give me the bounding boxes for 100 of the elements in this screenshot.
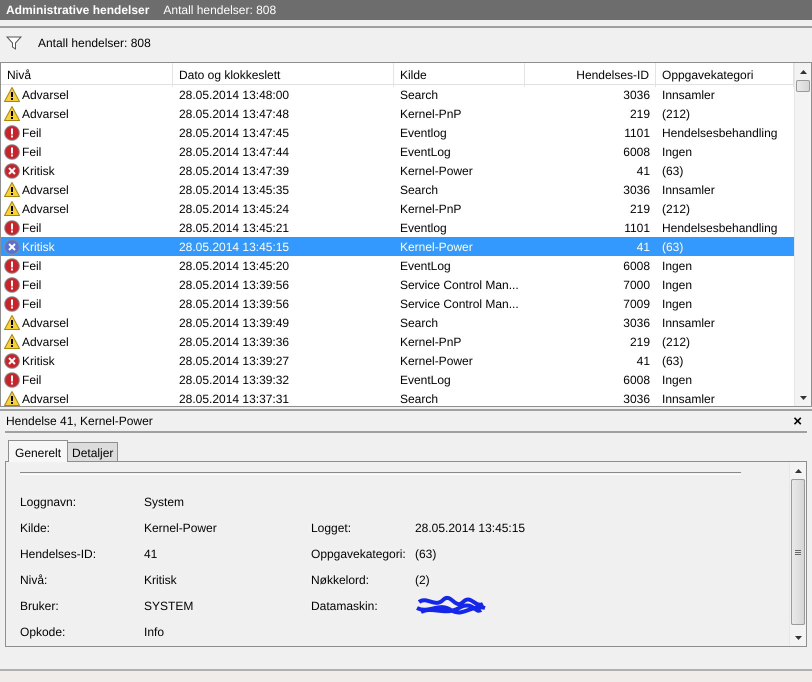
table-cell-text: 219 bbox=[628, 106, 651, 122]
table-cell-text: 3036 bbox=[622, 182, 651, 198]
table-cell-text: 28.05.2014 13:39:56 bbox=[178, 276, 290, 294]
table-cell-text: 28.05.2014 13:45:24 bbox=[178, 200, 290, 218]
table-cell-text: 219 bbox=[628, 334, 651, 350]
table-cell-text: 28.05.2014 13:45:15 bbox=[178, 238, 290, 256]
table-cell-text: 28.05.2014 13:39:56 bbox=[178, 296, 290, 312]
field-label: Oppgavekategori: bbox=[311, 546, 407, 563]
field-value: System bbox=[144, 494, 186, 511]
event-row[interactable]: Advarsel 28.05.2014 13:45:35 Search 3036 Innsamler bbox=[1, 180, 794, 199]
column-header[interactable]: Dato og klokkeslett bbox=[173, 63, 394, 87]
table-cell-text: 28.05.2014 13:39:27 bbox=[178, 352, 290, 370]
scroll-up-icon[interactable] bbox=[800, 70, 806, 74]
table-cell-text: 7009 bbox=[622, 296, 651, 312]
table-cell-text: Kernel-Power bbox=[399, 238, 474, 256]
level-text: Advarsel bbox=[22, 106, 69, 122]
warning-icon bbox=[4, 391, 20, 406]
table-cell-text: Eventlog bbox=[399, 220, 448, 236]
table-cell-text: 3036 bbox=[622, 390, 651, 406]
table-cell-text: Ingen bbox=[661, 144, 694, 160]
warning-icon bbox=[4, 315, 20, 330]
field-value: (2) bbox=[415, 572, 431, 589]
field-label: Nøkkelord: bbox=[311, 572, 370, 589]
warning-icon bbox=[4, 334, 20, 349]
table-cell-text: (63) bbox=[661, 162, 684, 180]
table-cell-text: Kernel-PnP bbox=[399, 334, 462, 350]
table-cell-text: Hendelsesbehandling bbox=[661, 124, 778, 142]
column-header[interactable]: Kilde bbox=[394, 63, 525, 87]
table-cell-text: 6008 bbox=[622, 258, 651, 274]
table-cell-text: Eventlog bbox=[399, 124, 448, 142]
table-cell-text: 28.05.2014 13:47:48 bbox=[178, 106, 290, 122]
event-row[interactable]: Advarsel 28.05.2014 13:37:31 Search 3036 Innsamler bbox=[1, 389, 794, 406]
table-cell-text: Search bbox=[399, 182, 440, 198]
close-button[interactable]: × bbox=[789, 414, 806, 428]
critical-icon bbox=[4, 238, 20, 254]
event-row[interactable]: Feil 28.05.2014 13:47:45 Eventlog 1101 Hendelsesbehandling bbox=[1, 123, 794, 142]
filter-icon[interactable] bbox=[6, 36, 22, 50]
field-value: 41 bbox=[144, 546, 158, 563]
level-text: Advarsel bbox=[22, 390, 69, 406]
event-row[interactable]: Advarsel 28.05.2014 13:39:36 Kernel-PnP 219 (212) bbox=[1, 332, 794, 351]
event-row[interactable]: Feil 28.05.2014 13:45:21 Eventlog 1101 Hendelsesbehandling bbox=[1, 218, 794, 237]
level-text: Advarsel bbox=[22, 182, 69, 198]
table-cell-text: 6008 bbox=[622, 144, 651, 160]
event-row[interactable]: Advarsel 28.05.2014 13:47:48 Kernel-PnP 219 (212) bbox=[1, 104, 794, 123]
level-text: Advarsel bbox=[22, 334, 69, 350]
level-text: Kritisk bbox=[22, 238, 55, 256]
table-cell-text: 28.05.2014 13:39:36 bbox=[178, 334, 290, 350]
scroll-up-icon[interactable] bbox=[794, 468, 802, 472]
event-row[interactable]: Advarsel 28.05.2014 13:48:00 Search 3036 Innsamler bbox=[1, 85, 794, 104]
level-text: Advarsel bbox=[22, 200, 69, 218]
event-row[interactable]: Advarsel 28.05.2014 13:39:49 Search 3036 Innsamler bbox=[1, 313, 794, 332]
table-cell-text: 28.05.2014 13:39:32 bbox=[178, 372, 290, 388]
column-header[interactable]: Hendelses-ID bbox=[525, 63, 656, 87]
table-cell-text: 7000 bbox=[622, 276, 651, 294]
critical-icon bbox=[4, 162, 20, 178]
table-cell-text: EventLog bbox=[399, 258, 452, 274]
field-value: Kritisk bbox=[144, 572, 178, 589]
event-row[interactable]: Advarsel 28.05.2014 13:45:24 Kernel-PnP 219 (212) bbox=[1, 199, 794, 218]
event-row[interactable]: Feil 28.05.2014 13:39:32 EventLog 6008 Ingen bbox=[1, 370, 794, 389]
scroll-down-icon[interactable] bbox=[794, 636, 802, 640]
level-text: Feil bbox=[22, 144, 42, 160]
level-text: Feil bbox=[22, 372, 42, 388]
level-text: Feil bbox=[22, 124, 42, 142]
tab[interactable]: Generelt bbox=[8, 440, 68, 462]
table-cell-text: 28.05.2014 13:47:44 bbox=[178, 144, 290, 160]
scrollbar[interactable] bbox=[794, 63, 811, 406]
event-row[interactable]: Feil 28.05.2014 13:39:56 Service Control Man... 7009 Ingen bbox=[1, 294, 794, 313]
table-cell-text: Kernel-PnP bbox=[399, 200, 462, 218]
table-cell-text: Ingen bbox=[661, 296, 694, 312]
table-cell-text: (212) bbox=[661, 200, 692, 218]
scroll-thumb[interactable] bbox=[791, 479, 805, 625]
scroll-down-icon[interactable] bbox=[800, 396, 806, 400]
level-text: Advarsel bbox=[22, 86, 69, 104]
field-label: Loggnavn: bbox=[20, 494, 78, 511]
event-row[interactable]: Kritisk 28.05.2014 13:39:27 Kernel-Power 41 (63) bbox=[1, 351, 794, 370]
table-cell-text: EventLog bbox=[399, 144, 452, 160]
error-icon bbox=[4, 372, 20, 388]
level-text: Feil bbox=[22, 276, 42, 294]
warning-icon bbox=[4, 182, 20, 197]
event-row[interactable]: Feil 28.05.2014 13:39:56 Service Control Man... 7000 Ingen bbox=[1, 275, 794, 294]
event-row[interactable]: Kritisk 28.05.2014 13:47:39 Kernel-Power 41 (63) bbox=[1, 161, 794, 180]
event-row[interactable]: Feil 28.05.2014 13:45:20 EventLog 6008 Ingen bbox=[1, 256, 794, 275]
event-row[interactable]: Feil 28.05.2014 13:47:44 EventLog 6008 Ingen bbox=[1, 142, 794, 161]
table-cell-text: 3036 bbox=[622, 314, 651, 332]
scrollbar[interactable] bbox=[789, 462, 806, 646]
scroll-thumb[interactable] bbox=[796, 80, 810, 92]
field-label: Datamaskin: bbox=[311, 598, 379, 615]
level-text: Kritisk bbox=[22, 162, 55, 180]
error-icon bbox=[4, 276, 20, 292]
warning-icon bbox=[4, 201, 20, 216]
field-value: Info bbox=[144, 624, 166, 641]
table-cell-text: 28.05.2014 13:37:31 bbox=[178, 390, 290, 406]
table-cell-text: 1101 bbox=[623, 220, 651, 236]
table-cell-text: 6008 bbox=[622, 372, 651, 388]
table-cell-text: 3036 bbox=[622, 86, 651, 104]
column-header[interactable]: Nivå bbox=[1, 63, 173, 87]
field-label: Logget: bbox=[311, 520, 352, 537]
field-value: SYSTEM bbox=[144, 598, 194, 615]
tab[interactable]: Detaljer bbox=[67, 442, 118, 461]
table-cell-text: Search bbox=[399, 390, 440, 406]
